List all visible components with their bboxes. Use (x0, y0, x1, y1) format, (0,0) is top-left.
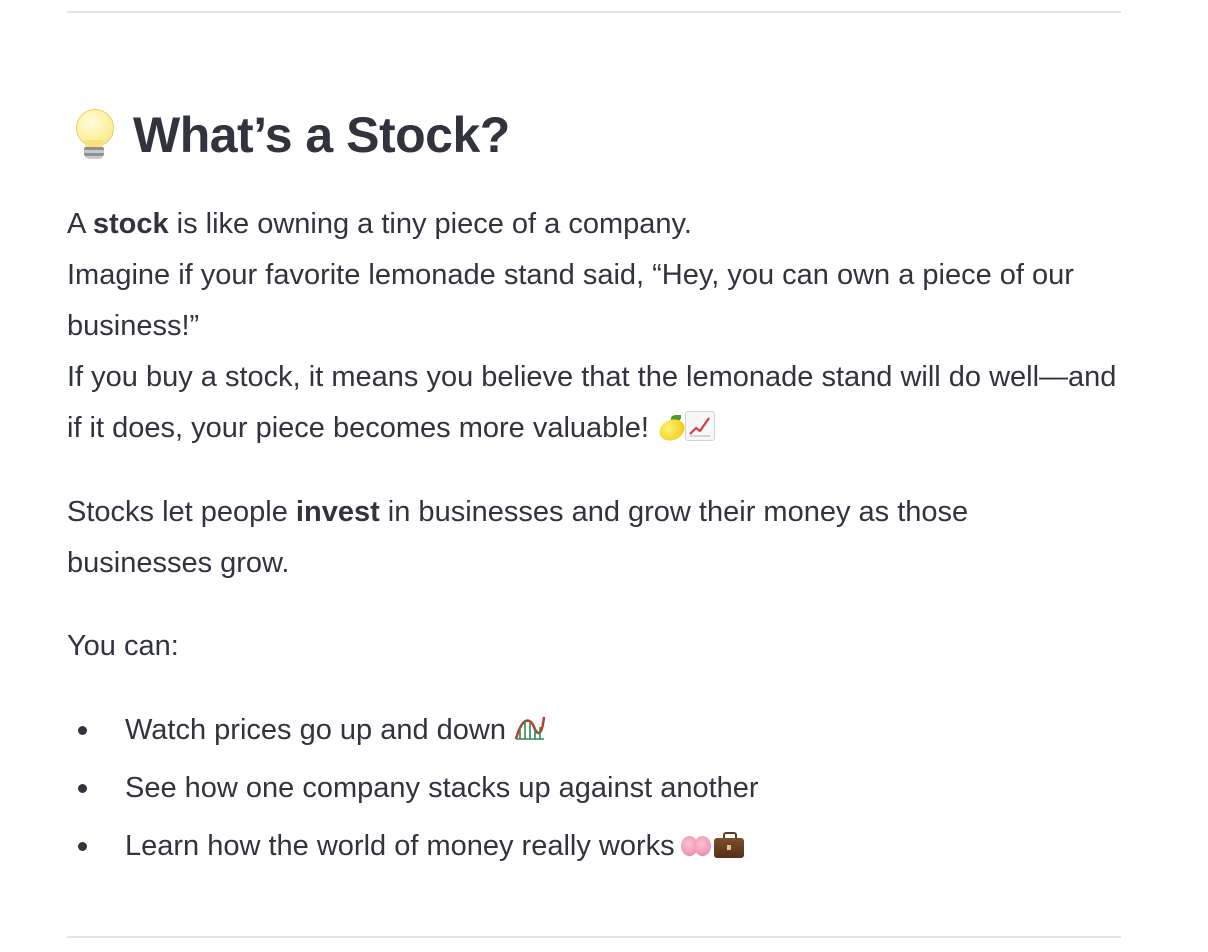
intro-line1-prefix: A (67, 208, 93, 240)
invest-paragraph: Stocks let people invest in businesses a… (67, 487, 1121, 589)
briefcase-icon (713, 831, 745, 859)
top-divider (67, 11, 1121, 13)
bullet-icon (78, 784, 87, 793)
list-item: Watch prices go up and down (67, 701, 759, 759)
lemon-icon (655, 415, 688, 445)
benefits-list: Watch prices go up and down See how one … (67, 701, 759, 875)
intro-line3: If you buy a stock, it means you believe… (67, 361, 1117, 444)
list-item-text: Watch prices go up and down (125, 714, 506, 746)
invest-prefix: Stocks let people (67, 496, 296, 528)
chart-increasing-icon (684, 411, 715, 441)
lightbulb-icon (67, 105, 121, 165)
roller-coaster-icon (514, 705, 546, 740)
bullet-icon (78, 842, 87, 851)
bullet-icon (78, 726, 87, 735)
bottom-divider (67, 936, 1121, 938)
intro-line1-suffix: is like owning a tiny piece of a company… (168, 208, 692, 240)
list-item-text: See how one company stacks up against an… (125, 772, 759, 804)
list-item: Learn how the world of money really work… (67, 817, 759, 875)
you-can-label: You can: (67, 630, 179, 662)
stock-term: stock (92, 208, 169, 240)
list-item-text: Learn how the world of money really work… (125, 830, 675, 862)
intro-line2: Imagine if your favorite lemonade stand … (67, 259, 1074, 342)
intro-paragraph: A stock is like owning a tiny piece of a… (67, 199, 1121, 454)
section-heading: What’s a Stock? (67, 100, 510, 170)
brain-icon (680, 833, 713, 859)
list-item: See how one company stacks up against an… (67, 759, 759, 817)
heading-text: What’s a Stock? (133, 107, 510, 163)
invest-term: invest (295, 496, 380, 528)
